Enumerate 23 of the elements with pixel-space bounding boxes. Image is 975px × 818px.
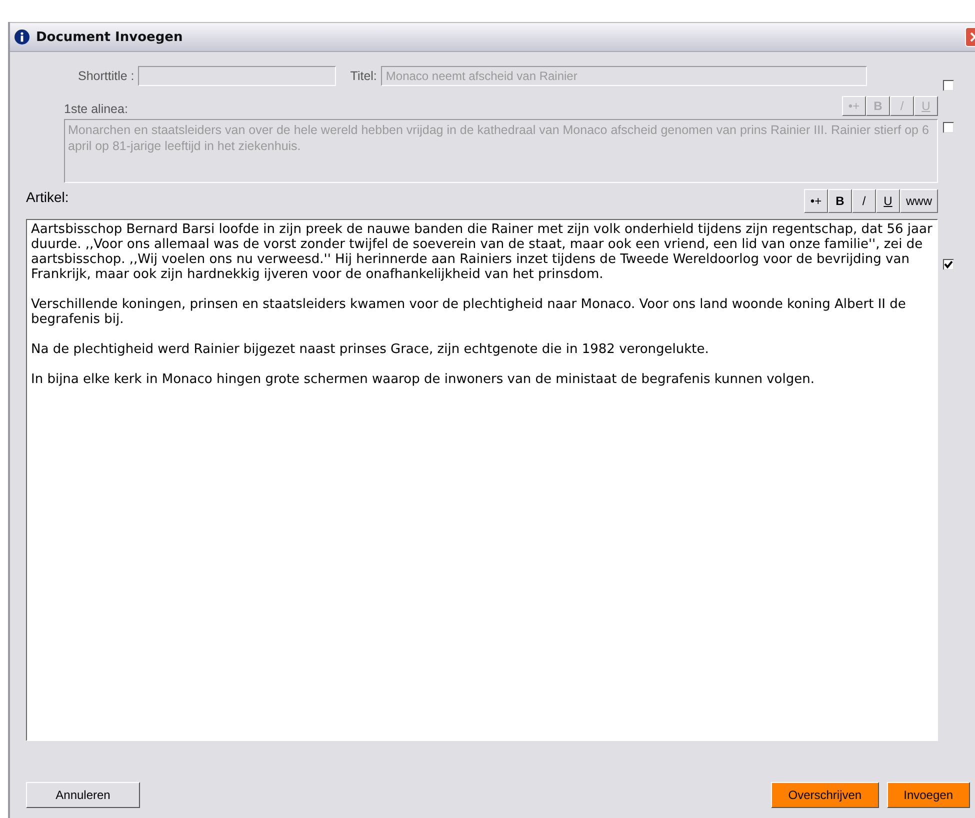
field-label: Shorttitle : <box>78 69 134 83</box>
checkbox[interactable] <box>943 122 954 133</box>
window-title: Document Invoegen <box>36 30 184 44</box>
article-paragraph: Aartsbisschop Bernard Barsi loofde in zijn preek de nauwe banden die Rainer met zijn volk onderhield tijdens zijn regentschap, dat 56 jaar duurde. ,,Voor ons allemaal was de vorst zonder twijfel de soeverein van de staat, maar ook een vriend, een lid van onze familie'', zei de aartsbisschop. ,,Wij voelen ons nu verweesd.'' Hij herinnerde aan Rainiers inzet tijdens de Tweede Wereldoorlog voor de bevrijding van Frankrijk, maar ook zijn hardnekkig ijveren voor de onafhankelijkheid van het prinsdom. <box>31 222 933 282</box>
checkbox[interactable] <box>943 259 954 270</box>
action-button[interactable]: Overschrijven <box>771 782 879 808</box>
article-paragraph: In bijna elke kerk in Monaco hingen grote schermen waarop de inwoners van de ministaat de begrafenis kunnen volgen. <box>31 372 816 387</box>
link-button[interactable]: www <box>900 189 938 213</box>
checkbox[interactable] <box>943 80 954 91</box>
underline-button[interactable]: U <box>876 189 900 213</box>
action-button[interactable]: Invoegen <box>886 782 970 808</box>
field-label: 1ste alinea: <box>64 102 128 116</box>
cancel-button[interactable]: Annuleren <box>26 782 140 808</box>
info-icon <box>14 29 30 45</box>
bold-button[interactable]: B <box>828 189 852 213</box>
field-label: Artikel: <box>26 189 69 205</box>
field-label: Titel: <box>350 69 377 83</box>
article-paragraph: Na de plechtigheid werd Rainier bijgezet naast prinses Grace, zijn echtgenote die in 1982 verongelukte. <box>31 342 710 357</box>
check-icon <box>944 260 953 269</box>
bullet-button[interactable]: •+ <box>804 189 828 213</box>
italic-button[interactable]: / <box>852 189 876 213</box>
article-editor[interactable] <box>26 219 938 741</box>
article-paragraph: Verschillende koningen, prinsen en staatsleiders kwamen voor de plechtigheid naar Monaco. Voor ons land woonde koning Albert II de begrafenis bij. <box>31 297 907 327</box>
